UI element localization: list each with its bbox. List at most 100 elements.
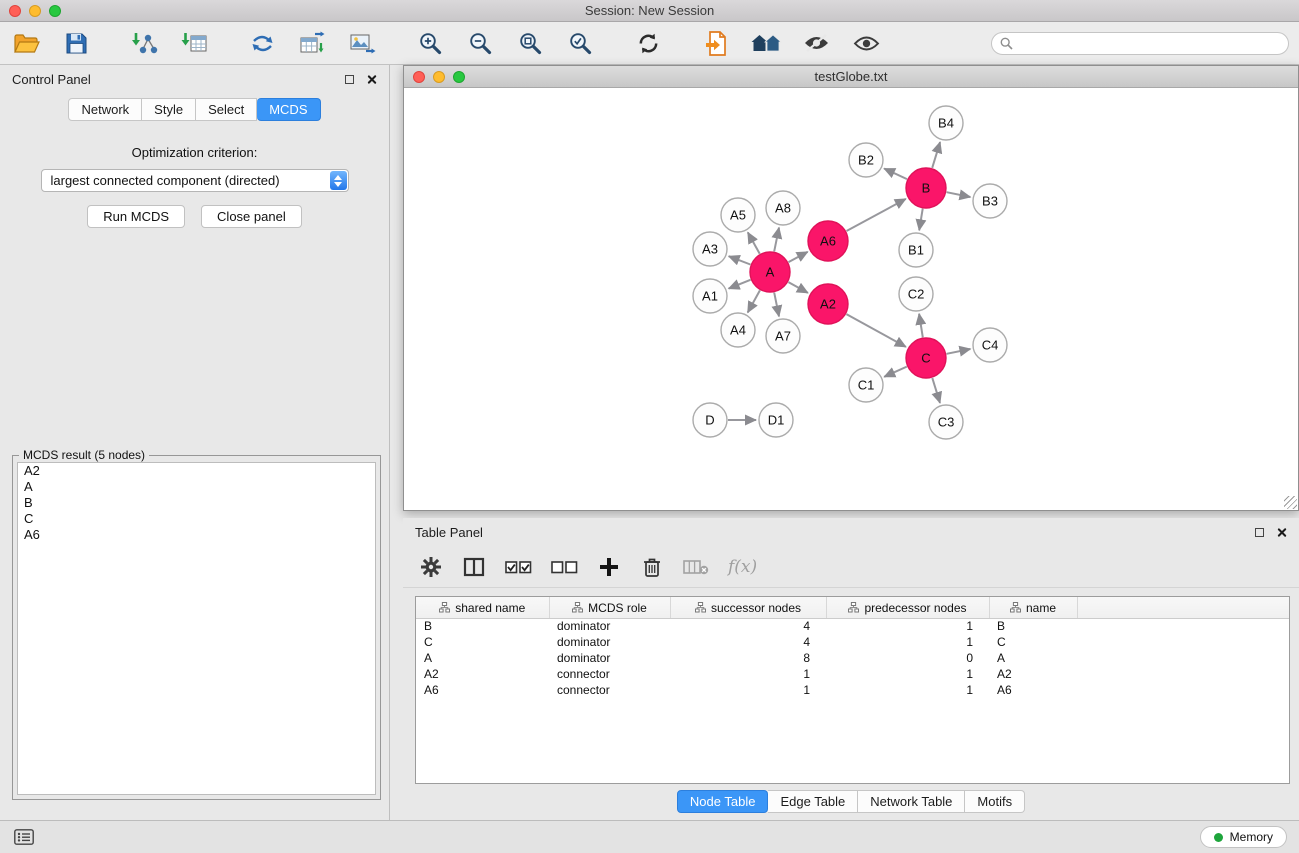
search-input[interactable] [1018, 36, 1280, 50]
graph-edge-C-C2[interactable] [919, 314, 923, 338]
graph-node-A6[interactable]: A6 [808, 221, 848, 261]
run-mcds-button[interactable]: Run MCDS [87, 205, 185, 228]
table-row[interactable]: A2connector11A2 [416, 666, 1289, 682]
mcds-result-item[interactable]: B [18, 495, 375, 511]
float-panel-icon[interactable] [345, 75, 354, 84]
graph-node-B[interactable]: B [906, 168, 946, 208]
table-tab-edge-table[interactable]: Edge Table [768, 790, 858, 813]
graph-edge-A-A6[interactable] [789, 252, 808, 262]
graph-edge-A-A2[interactable] [788, 282, 808, 293]
table-settings-button[interactable] [419, 554, 443, 580]
task-history-button[interactable] [12, 824, 36, 850]
network-graph[interactable]: B4B2BB3A8A5A6A3B1AC2A1A2A4A7C4CC1C3DD1 [404, 88, 1298, 510]
zoom-in-button[interactable] [414, 27, 446, 59]
column-header-predecessor-nodes[interactable]: predecessor nodes [826, 597, 989, 618]
graph-edge-B-B2[interactable] [884, 169, 907, 180]
graph-node-A[interactable]: A [750, 252, 790, 292]
close-panel-icon[interactable] [366, 74, 377, 85]
network-arrows-button[interactable] [246, 27, 278, 59]
tab-network[interactable]: Network [68, 98, 142, 121]
graph-node-A3[interactable]: A3 [693, 232, 727, 266]
graph-edge-B-B1[interactable] [919, 209, 923, 231]
window-resize-grip[interactable] [1284, 496, 1297, 509]
column-header-name[interactable]: name [989, 597, 1077, 618]
graph-edge-A2-C[interactable] [846, 314, 906, 347]
graph-node-C4[interactable]: C4 [973, 328, 1007, 362]
show-panel-button[interactable] [850, 27, 882, 59]
graph-node-C2[interactable]: C2 [899, 277, 933, 311]
graph-node-A2[interactable]: A2 [808, 284, 848, 324]
hide-panel-button[interactable] [800, 27, 832, 59]
graph-edge-A-A3[interactable] [729, 256, 751, 264]
graph-edge-A6-B[interactable] [847, 199, 906, 231]
export-document-button[interactable] [700, 27, 732, 59]
graph-node-D[interactable]: D [693, 403, 727, 437]
home-button[interactable] [750, 27, 782, 59]
close-table-panel-icon[interactable] [1276, 527, 1287, 538]
mcds-result-item[interactable]: C [18, 511, 375, 527]
zoom-fit-button[interactable] [514, 27, 546, 59]
minimize-window-button[interactable] [29, 5, 41, 17]
mcds-result-list[interactable]: A2ABCA6 [17, 462, 376, 795]
open-file-button[interactable] [10, 27, 42, 59]
import-table-button[interactable] [178, 27, 210, 59]
graph-edge-A-A8[interactable] [774, 228, 779, 252]
graph-edge-A-A1[interactable] [729, 280, 751, 289]
zoom-out-button[interactable] [464, 27, 496, 59]
delete-column-button[interactable] [683, 554, 709, 580]
graph-node-D1[interactable]: D1 [759, 403, 793, 437]
network-window-titlebar[interactable]: testGlobe.txt [404, 66, 1298, 88]
export-table-button[interactable] [296, 27, 328, 59]
graph-node-B4[interactable]: B4 [929, 106, 963, 140]
table-tab-motifs[interactable]: Motifs [965, 790, 1025, 813]
show-columns-button[interactable] [462, 554, 486, 580]
add-column-button[interactable] [597, 554, 621, 580]
graph-edge-A-A4[interactable] [748, 290, 760, 312]
deselect-all-button[interactable] [551, 554, 578, 580]
graph-node-A7[interactable]: A7 [766, 319, 800, 353]
graph-node-C1[interactable]: C1 [849, 368, 883, 402]
network-zoom-button[interactable] [453, 71, 465, 83]
graph-node-A8[interactable]: A8 [766, 191, 800, 225]
mcds-result-item[interactable]: A2 [18, 463, 375, 479]
graph-node-A1[interactable]: A1 [693, 279, 727, 313]
graph-edge-B-B4[interactable] [932, 142, 940, 168]
memory-button[interactable]: Memory [1200, 826, 1287, 848]
graph-edge-C-C3[interactable] [932, 378, 940, 403]
graph-node-A5[interactable]: A5 [721, 198, 755, 232]
graph-edge-A-A5[interactable] [748, 232, 760, 253]
column-header-MCDS-role[interactable]: MCDS role [549, 597, 670, 618]
table-row[interactable]: Cdominator41C [416, 634, 1289, 650]
tab-style[interactable]: Style [142, 98, 196, 121]
save-session-button[interactable] [60, 27, 92, 59]
table-tab-network-table[interactable]: Network Table [858, 790, 965, 813]
export-image-button[interactable] [346, 27, 378, 59]
node-table-container[interactable]: shared nameMCDS rolesuccessor nodesprede… [415, 596, 1290, 784]
mcds-result-item[interactable]: A [18, 479, 375, 495]
zoom-selected-button[interactable] [564, 27, 596, 59]
tab-mcds[interactable]: MCDS [257, 98, 320, 121]
network-canvas[interactable]: B4B2BB3A8A5A6A3B1AC2A1A2A4A7C4CC1C3DD1 [404, 88, 1298, 510]
graph-edge-B-B3[interactable] [947, 192, 971, 197]
graph-edge-C-C1[interactable] [884, 367, 907, 377]
graph-node-B1[interactable]: B1 [899, 233, 933, 267]
float-table-panel-icon[interactable] [1255, 528, 1264, 537]
graph-node-B2[interactable]: B2 [849, 143, 883, 177]
close-window-button[interactable] [9, 5, 21, 17]
import-network-button[interactable] [128, 27, 160, 59]
function-builder-button[interactable]: f(x) [728, 554, 757, 580]
graph-node-C3[interactable]: C3 [929, 405, 963, 439]
graph-edge-A-A7[interactable] [774, 293, 779, 317]
close-panel-button[interactable]: Close panel [201, 205, 302, 228]
column-header-successor-nodes[interactable]: successor nodes [670, 597, 826, 618]
graph-node-A4[interactable]: A4 [721, 313, 755, 347]
select-all-button[interactable] [505, 554, 532, 580]
mcds-result-item[interactable]: A6 [18, 527, 375, 543]
delete-button[interactable] [640, 554, 664, 580]
network-minimize-button[interactable] [433, 71, 445, 83]
refresh-layout-button[interactable] [632, 27, 664, 59]
criterion-dropdown[interactable]: largest connected component (directed) [41, 169, 349, 192]
tab-select[interactable]: Select [196, 98, 257, 121]
graph-node-B3[interactable]: B3 [973, 184, 1007, 218]
zoom-window-button[interactable] [49, 5, 61, 17]
